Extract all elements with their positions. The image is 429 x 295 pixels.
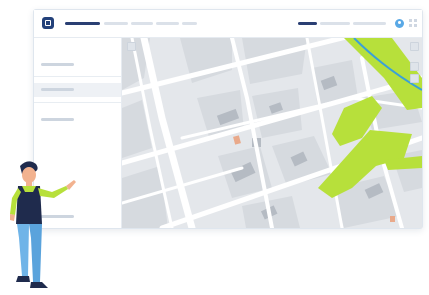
map-view[interactable] [122,38,422,228]
sidebar-item-3[interactable] [34,113,121,127]
sidebar-item-1[interactable] [34,58,121,72]
fullscreen-icon[interactable] [410,74,419,83]
layers-icon[interactable] [410,62,419,71]
sidebar-item-label [41,88,74,91]
sidebar-item-label [41,118,74,121]
account-meta-2 [353,22,386,25]
cube-logo-icon[interactable] [42,17,54,29]
grid-icon[interactable] [409,19,417,27]
sidebar-item-2[interactable] [34,83,121,97]
zoom-in-icon[interactable] [127,42,136,51]
account-name [298,22,317,25]
sidebar-item-label [41,63,74,66]
nav-tab-1[interactable] [65,22,100,25]
person-pointing-icon [10,161,76,288]
user-avatar-icon[interactable] [395,19,404,28]
nav-tab-4[interactable] [156,22,179,25]
map-canvas[interactable] [122,38,422,228]
nav-tab-5[interactable] [182,22,197,25]
divider [34,102,121,103]
nav-tab-2[interactable] [104,22,128,25]
top-bar [34,10,422,38]
app-window [33,9,423,229]
nav-tab-3[interactable] [131,22,153,25]
divider [34,76,121,77]
zoom-out-icon[interactable] [410,42,419,51]
account-meta-1 [320,22,350,25]
